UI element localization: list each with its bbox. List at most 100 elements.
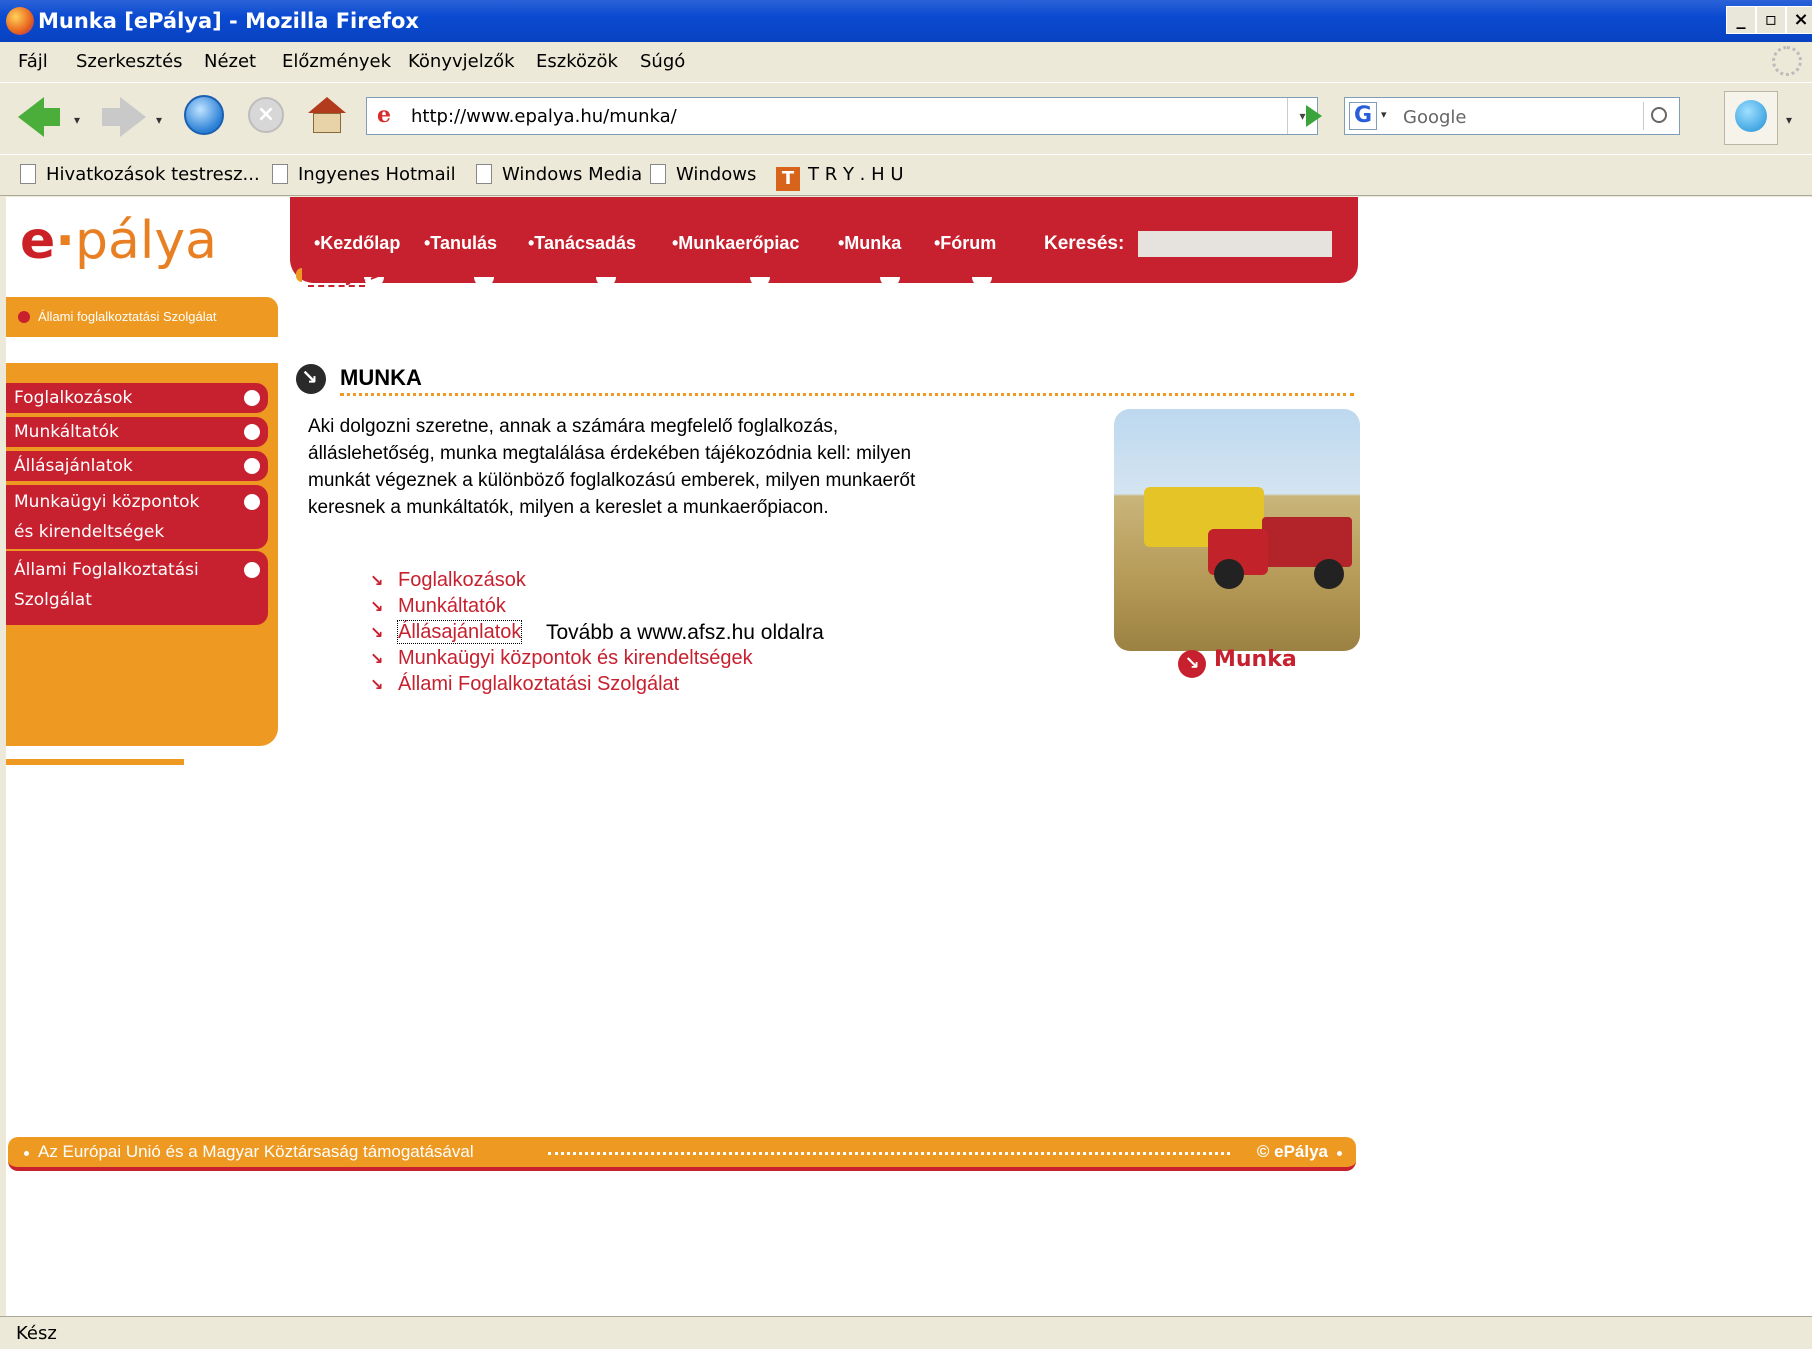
stop-icon[interactable]: × (248, 97, 284, 133)
minimize-button[interactable]: _ (1726, 6, 1756, 34)
sidebar-item-label: Foglalkozások (14, 388, 133, 408)
throbber-icon (1772, 46, 1802, 76)
search-engine-icon[interactable]: G (1349, 102, 1377, 130)
site-search-input[interactable] (1138, 231, 1332, 257)
search-box[interactable]: G ▾ Google (1344, 97, 1680, 135)
nav-bubble (972, 277, 992, 287)
nav-home[interactable]: •Kezdőlap (314, 233, 400, 254)
search-placeholder[interactable]: Google (1403, 107, 1466, 128)
bookmark-label: Windows Media (502, 164, 643, 185)
wheel (1314, 559, 1344, 589)
bookmark-label: T R Y . H U (808, 164, 904, 185)
sidebar-item-label: Munkaügyi központok és kirendeltségek (14, 492, 200, 542)
bookmark-item[interactable]: T T R Y . H U (776, 164, 904, 191)
breadcrumb-separator: > (365, 265, 386, 285)
menu-tools[interactable]: Eszközök (536, 51, 618, 72)
footer-dot (1337, 1151, 1342, 1156)
bookmark-item[interactable]: Ingyenes Hotmail (272, 164, 456, 188)
circle-icon (244, 390, 260, 406)
link-job-offers[interactable]: Állásajánlatok (396, 620, 523, 644)
sidebar-item-label: Állami Foglalkoztatási Szolgálat (14, 560, 199, 610)
arrow-bullet-icon: ↘ (370, 675, 384, 694)
title-bar: Munka [ePálya] - Mozilla Firefox _ ▫ × (0, 0, 1812, 42)
nav-forum[interactable]: •Fórum (934, 233, 996, 254)
sidebar-item-job-offers[interactable]: Állásajánlatok (6, 451, 268, 481)
menu-bookmarks[interactable]: Könyvjelzők (408, 51, 515, 72)
menu-file[interactable]: Fájl (18, 51, 48, 72)
page-icon (272, 164, 288, 184)
footer-text: Az Európai Unió és a Magyar Köztársaság … (38, 1142, 474, 1161)
firefox-icon (6, 7, 34, 35)
link-labour-centres[interactable]: Munkaügyi központok és kirendeltségek (398, 647, 753, 669)
footer-copyright: © ePálya (1256, 1142, 1328, 1161)
menu-bar: Fájl Szerkesztés Nézet Előzmények Könyvj… (0, 42, 1812, 82)
sidebar-item-occupations[interactable]: Foglalkozások (6, 383, 268, 413)
arrow-bullet-icon: ↘ (370, 623, 384, 642)
go-icon[interactable] (1298, 99, 1330, 133)
arrow-bullet-icon: ↘ (370, 597, 384, 616)
skype-dropdown-icon[interactable]: ▾ (1786, 113, 1792, 127)
back-dropdown-icon[interactable]: ▾ (74, 113, 80, 127)
sidebar-item-labour-centres[interactable]: Munkaügyi központok és kirendeltségek (6, 485, 268, 549)
menu-history[interactable]: Előzmények (282, 51, 391, 72)
nav-bubble (880, 277, 900, 287)
bookmark-label: Hivatkozások testresz... (46, 164, 260, 185)
back-icon[interactable] (18, 97, 44, 137)
page-title: MUNKA (340, 365, 422, 390)
link-occupations[interactable]: Foglalkozások (398, 569, 526, 591)
nav-counselling[interactable]: •Tanácsadás (528, 233, 636, 254)
nav-labour-market[interactable]: •Munkaerőpiac (672, 233, 799, 254)
bookmark-item[interactable]: Windows Media (476, 164, 642, 188)
forward-button[interactable] (102, 108, 120, 126)
title-divider (340, 393, 1354, 396)
bookmark-item[interactable]: Windows (650, 164, 756, 188)
page-icon (650, 164, 666, 184)
sidebar-item-employment-service[interactable]: Állami Foglalkoztatási Szolgálat (6, 551, 268, 625)
url-text[interactable]: http://www.epalya.hu/munka/ (411, 106, 677, 127)
link-employment-service[interactable]: Állami Foglalkoztatási Szolgálat (398, 673, 679, 695)
sidebar-bottom-bar (6, 759, 184, 765)
link-employers[interactable]: Munkáltatók (398, 595, 506, 617)
url-bar[interactable]: e http://www.epalya.hu/munka/ ▾ (366, 97, 1318, 135)
arrow-circle-icon (296, 364, 326, 394)
circle-icon (244, 494, 260, 510)
menu-edit[interactable]: Szerkesztés (76, 51, 183, 72)
page-icon (20, 164, 36, 184)
logo-dot: · (55, 211, 76, 271)
magnifier-icon[interactable] (1643, 102, 1673, 130)
browser-window: Munka [ePálya] - Mozilla Firefox _ ▫ × F… (0, 0, 1812, 1349)
skype-icon[interactable] (1724, 91, 1778, 145)
window-title: Munka [ePálya] - Mozilla Firefox (38, 9, 419, 33)
menu-help[interactable]: Súgó (640, 51, 685, 72)
nav-work[interactable]: •Munka (838, 233, 901, 254)
footer-divider (548, 1152, 1230, 1155)
list-item: ↘ Munkaügyi központok és kirendeltségek (370, 647, 753, 670)
site-logo[interactable]: e·pálya (20, 211, 217, 271)
breadcrumb-marker (296, 268, 302, 282)
back-button[interactable] (42, 108, 60, 126)
logo-text: pálya (75, 211, 218, 271)
photo-caption[interactable]: ↘ Munka (1178, 647, 1297, 678)
reload-icon[interactable] (184, 95, 224, 135)
afsz-label: Állami foglalkoztatási Szolgálat (38, 309, 217, 324)
sidebar-item-employers[interactable]: Munkáltatók (6, 417, 268, 447)
site-favicon-icon: e (377, 102, 391, 128)
forward-dropdown-icon[interactable]: ▾ (156, 113, 162, 127)
top-navigation: •Kezdőlap •Tanulás •Tanácsadás •Munkaerő… (290, 197, 1358, 287)
home-body (313, 113, 341, 133)
nav-learning[interactable]: •Tanulás (424, 233, 497, 254)
menu-view[interactable]: Nézet (204, 51, 256, 72)
page-content: e·pálya •Kezdőlap •Tanulás •Tanácsadás •… (6, 197, 1812, 1316)
photo-caption-text: Munka (1214, 647, 1297, 672)
maximize-button[interactable]: ▫ (1756, 6, 1786, 34)
logo-e: e (20, 211, 56, 271)
breadcrumb-home-link[interactable]: ePálya (308, 265, 366, 287)
status-bar: Kész (0, 1316, 1812, 1349)
home-icon[interactable] (308, 97, 346, 133)
close-button[interactable]: × (1786, 6, 1812, 34)
forward-icon[interactable] (120, 97, 146, 137)
search-engine-dropdown-icon[interactable]: ▾ (1381, 108, 1387, 121)
afsz-link[interactable]: Állami foglalkoztatási Szolgálat (6, 297, 278, 337)
skype-logo (1735, 100, 1767, 132)
bookmark-item[interactable]: Hivatkozások testresz... (20, 164, 260, 188)
